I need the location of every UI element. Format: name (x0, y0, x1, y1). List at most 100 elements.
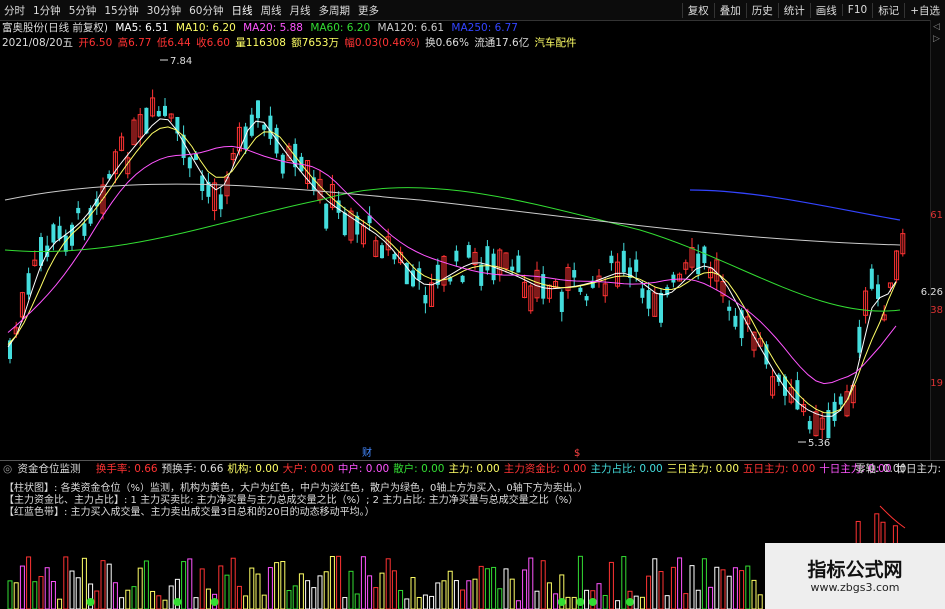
candle-body-down (671, 274, 676, 283)
indicator-bar (181, 561, 187, 609)
scroll-left-icon[interactable]: ◁ (933, 22, 940, 32)
indicator-bar (677, 557, 683, 609)
axis-label-61: 61 (930, 210, 943, 221)
toolbar-right-buttons: 复权 叠加 历史 统计 画线 F10 标记 +自选 (681, 0, 945, 20)
toolbar-button-2[interactable]: 历史 (745, 2, 778, 18)
indicator-bar (317, 575, 323, 609)
indicator-bar (137, 567, 143, 609)
candle-body-down (26, 273, 31, 295)
candle-body-down (559, 291, 564, 312)
ma5-line (7, 118, 897, 417)
candle-body-down (510, 266, 515, 271)
indicator-bar (75, 577, 81, 609)
indicator-header: ◎ 资金仓位监测 换手率: 0.66 预换手: 0.66 机构: 0.00 大户: 0… (0, 460, 945, 477)
toolbar-button-0[interactable]: 复权 (681, 2, 714, 18)
indicator-bar (602, 594, 608, 609)
toolbar-button-6[interactable]: 标记 (872, 2, 904, 18)
period-tab-0[interactable]: 分时 (0, 3, 29, 18)
indicator-bar (491, 566, 497, 609)
indicator-bar (708, 586, 714, 609)
period-tab-1[interactable]: 1分钟 (29, 3, 65, 18)
indicator-bar (546, 582, 552, 609)
indicator-bar (342, 597, 348, 609)
period-tab-2[interactable]: 5分钟 (65, 3, 101, 18)
period-tab-5[interactable]: 60分钟 (185, 3, 227, 18)
indicator-bar (391, 570, 397, 609)
candle-body-down (609, 255, 614, 264)
indicator-bar (261, 594, 267, 609)
candle-body-down (200, 175, 205, 191)
indicator-bar (571, 596, 577, 609)
candle-body-down (659, 292, 663, 323)
indicator-bar (329, 555, 335, 609)
toolbar-button-7[interactable]: +自选 (904, 2, 945, 18)
period-tab-7[interactable]: 周线 (257, 3, 286, 18)
signal-dot (86, 598, 95, 606)
candle-body-down (696, 253, 701, 275)
indicator-bar (336, 555, 342, 609)
candle-body-down (584, 296, 589, 301)
indicator-bar (453, 580, 459, 609)
indicator-bar (305, 580, 311, 609)
toolbar-button-3[interactable]: 统计 (777, 2, 810, 18)
period-tab-10[interactable]: 更多 (354, 3, 383, 18)
ma5-value: MA5: 6.51 (115, 22, 169, 34)
indicator-bar (63, 556, 69, 609)
candle-body-down (485, 246, 490, 271)
indicator-bar (608, 561, 614, 609)
indicator-bar (274, 562, 280, 609)
candle-body-down (739, 310, 744, 339)
indicator-bar (565, 596, 571, 609)
period-tab-6[interactable]: 日线 (228, 3, 257, 18)
indicator-bar (714, 566, 720, 609)
candle-body-down (380, 245, 384, 259)
candle-body-down (392, 254, 397, 260)
candle-body-down (342, 212, 347, 236)
period-tab-3[interactable]: 15分钟 (100, 3, 142, 18)
indicator-bar (633, 595, 639, 609)
indicator-bar (13, 582, 19, 609)
indicator-bar (726, 575, 732, 609)
event-mark-finance: 财 (362, 446, 372, 459)
indicator-bar (255, 573, 261, 609)
indicator-bar (751, 579, 757, 609)
indicator-item-2: 机构: 0.00 (227, 463, 279, 475)
period-tab-4[interactable]: 30分钟 (143, 3, 185, 18)
toolbar-button-1[interactable]: 叠加 (713, 2, 746, 18)
indicator-bar (466, 580, 472, 609)
indicator-bar (379, 572, 385, 609)
candle-body-down (876, 284, 880, 299)
signal-dot (588, 598, 597, 606)
indicator-settings-icon[interactable]: ◎ (3, 463, 12, 475)
candle-body-down (466, 245, 471, 258)
indicator-title[interactable]: 资金仓位监测 (18, 463, 81, 475)
quote-amount: 额7653万 (291, 37, 339, 49)
quote-date: 2021/08/20五 (2, 37, 74, 49)
candlestick-chart[interactable]: 7.84 5.36 财 $ (0, 50, 930, 460)
indicator-bar (398, 589, 404, 609)
indicator-bar (757, 594, 763, 609)
candle-body-down (634, 259, 639, 272)
signal-dot (557, 598, 566, 606)
quote-change: 幅0.03(0.46%) (344, 37, 420, 49)
period-tab-8[interactable]: 月线 (286, 3, 315, 18)
indicator-bar (621, 556, 627, 609)
signal-dot (173, 598, 182, 606)
candle-body-down (733, 315, 738, 327)
indicator-item-3: 大户: 0.00 (282, 463, 334, 475)
indicator-bar (658, 571, 664, 609)
chart-scrollbar[interactable]: ◁ ▷ (930, 20, 945, 460)
indicator-bar (50, 581, 56, 609)
toolbar-button-4[interactable]: 画线 (809, 2, 842, 18)
indicator-item-0: 换手率: 0.66 (95, 463, 158, 475)
indicator-bar (739, 570, 745, 609)
candle-body-down (702, 246, 707, 264)
quote-volume: 量116308 (235, 37, 286, 49)
scroll-right-icon[interactable]: ▷ (933, 34, 940, 44)
indicator-bar (199, 568, 205, 609)
indicator-bar (156, 595, 162, 609)
indicator-item-10: 五日主力: 0.00 (743, 463, 816, 475)
period-tab-9[interactable]: 多周期 (315, 3, 355, 18)
indicator-bar (119, 597, 125, 609)
toolbar-button-5[interactable]: F10 (841, 4, 872, 16)
